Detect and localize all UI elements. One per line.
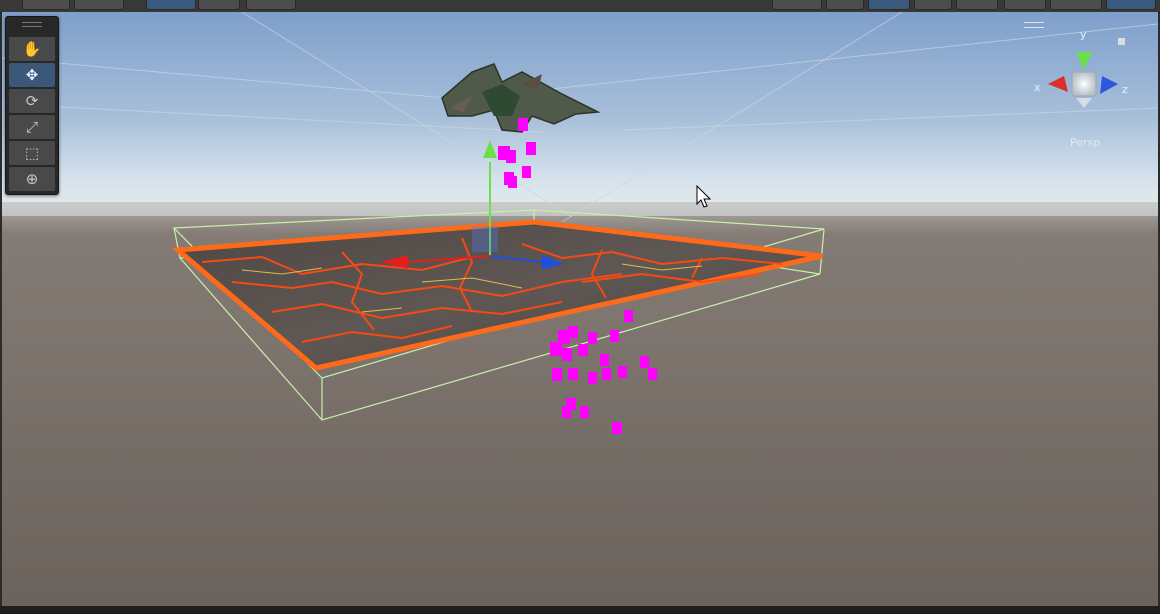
- transform-tool-button[interactable]: ⊕: [9, 167, 55, 191]
- camera-settings-button[interactable]: [1050, 0, 1102, 10]
- gizmo-lock-icon[interactable]: [1118, 38, 1125, 45]
- gizmos-toggle-button[interactable]: [1106, 0, 1156, 10]
- rect-tool-button[interactable]: ⬚: [9, 141, 55, 165]
- gizmo-y-label: y: [1080, 28, 1087, 41]
- effects-toggle-button[interactable]: [956, 0, 998, 10]
- xy-plane-handle[interactable]: [472, 226, 498, 252]
- scene-render: y x z: [2, 12, 1158, 606]
- gizmo-x-label: x: [1034, 81, 1041, 94]
- 2d-toggle-button[interactable]: [826, 0, 864, 10]
- scene-camera-button[interactable]: [22, 0, 70, 10]
- audio-preview-button[interactable]: [914, 0, 952, 10]
- move-icon: ✥: [25, 66, 39, 84]
- audio-toggle-button[interactable]: [74, 0, 124, 10]
- rotate-icon: ⟳: [25, 92, 39, 110]
- mouse-cursor-icon: [696, 185, 712, 208]
- status-bar: [0, 606, 1160, 614]
- scale-icon: ⤢: [25, 118, 38, 136]
- scale-tool-button[interactable]: ⤢: [9, 115, 55, 139]
- gizmo-menu-icon[interactable]: [1024, 22, 1044, 28]
- lighting-toggle-button[interactable]: [868, 0, 910, 10]
- scene-viewport[interactable]: y x z: [2, 12, 1158, 606]
- global-toggle-button[interactable]: [198, 0, 240, 10]
- search-button[interactable]: [1004, 0, 1046, 10]
- rotate-tool-button[interactable]: ⟳: [9, 89, 55, 113]
- draw-mode-button[interactable]: [772, 0, 822, 10]
- transform-icon: ⊕: [25, 170, 39, 188]
- projection-label[interactable]: Persp: [1070, 136, 1100, 149]
- move-tool-button[interactable]: ✥: [9, 63, 55, 87]
- tools-overlay: ✋ ✥ ⟳ ⤢ ⬚ ⊕: [5, 16, 59, 195]
- gizmo-z-label: z: [1122, 83, 1128, 96]
- hand-icon: ✋: [22, 40, 42, 58]
- pivot-toggle-button[interactable]: [146, 0, 196, 10]
- rect-icon: ⬚: [24, 144, 40, 162]
- gizmo-cube[interactable]: [1071, 71, 1097, 97]
- grid-snap-button[interactable]: [246, 0, 296, 10]
- hand-tool-button[interactable]: ✋: [9, 37, 55, 61]
- overlay-grip-icon[interactable]: [22, 22, 42, 27]
